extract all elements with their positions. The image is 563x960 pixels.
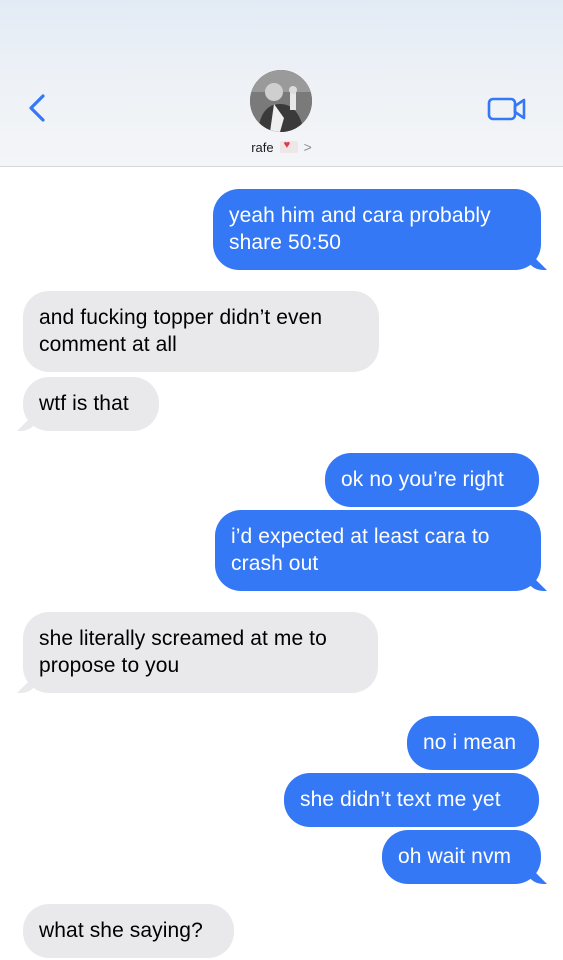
avatar-photo: [250, 70, 312, 132]
chevron-left-icon: [29, 94, 45, 122]
heart-letter-icon: [279, 139, 298, 153]
message-bubble-outgoing[interactable]: no i mean: [407, 716, 539, 770]
video-camera-icon: [487, 97, 526, 121]
message-bubble-incoming[interactable]: wtf is that: [23, 377, 159, 431]
message-bubble-outgoing[interactable]: oh wait nvm: [382, 830, 541, 884]
chevron-right-icon: >: [303, 139, 312, 155]
contact-avatar[interactable]: [250, 70, 312, 132]
message-bubble-outgoing[interactable]: i’d expected at least cara to crash out: [215, 510, 541, 591]
contact-name: rafe: [251, 139, 274, 155]
message-bubble-outgoing[interactable]: ok no you’re right: [325, 453, 539, 507]
facetime-video-button[interactable]: [486, 95, 528, 123]
message-bubble-incoming[interactable]: she literally screamed at me to propose …: [23, 612, 378, 693]
conversation-header: rafe >: [0, 0, 563, 167]
back-button[interactable]: [22, 90, 52, 126]
message-bubble-outgoing[interactable]: she didn’t text me yet: [284, 773, 539, 827]
message-bubble-outgoing[interactable]: yeah him and cara probably share 50:50: [213, 189, 541, 270]
contact-name-row[interactable]: rafe >: [0, 139, 563, 155]
message-bubble-incoming[interactable]: what she saying?: [23, 904, 234, 958]
message-bubble-incoming[interactable]: and fucking topper didn’t even comment a…: [23, 291, 379, 372]
